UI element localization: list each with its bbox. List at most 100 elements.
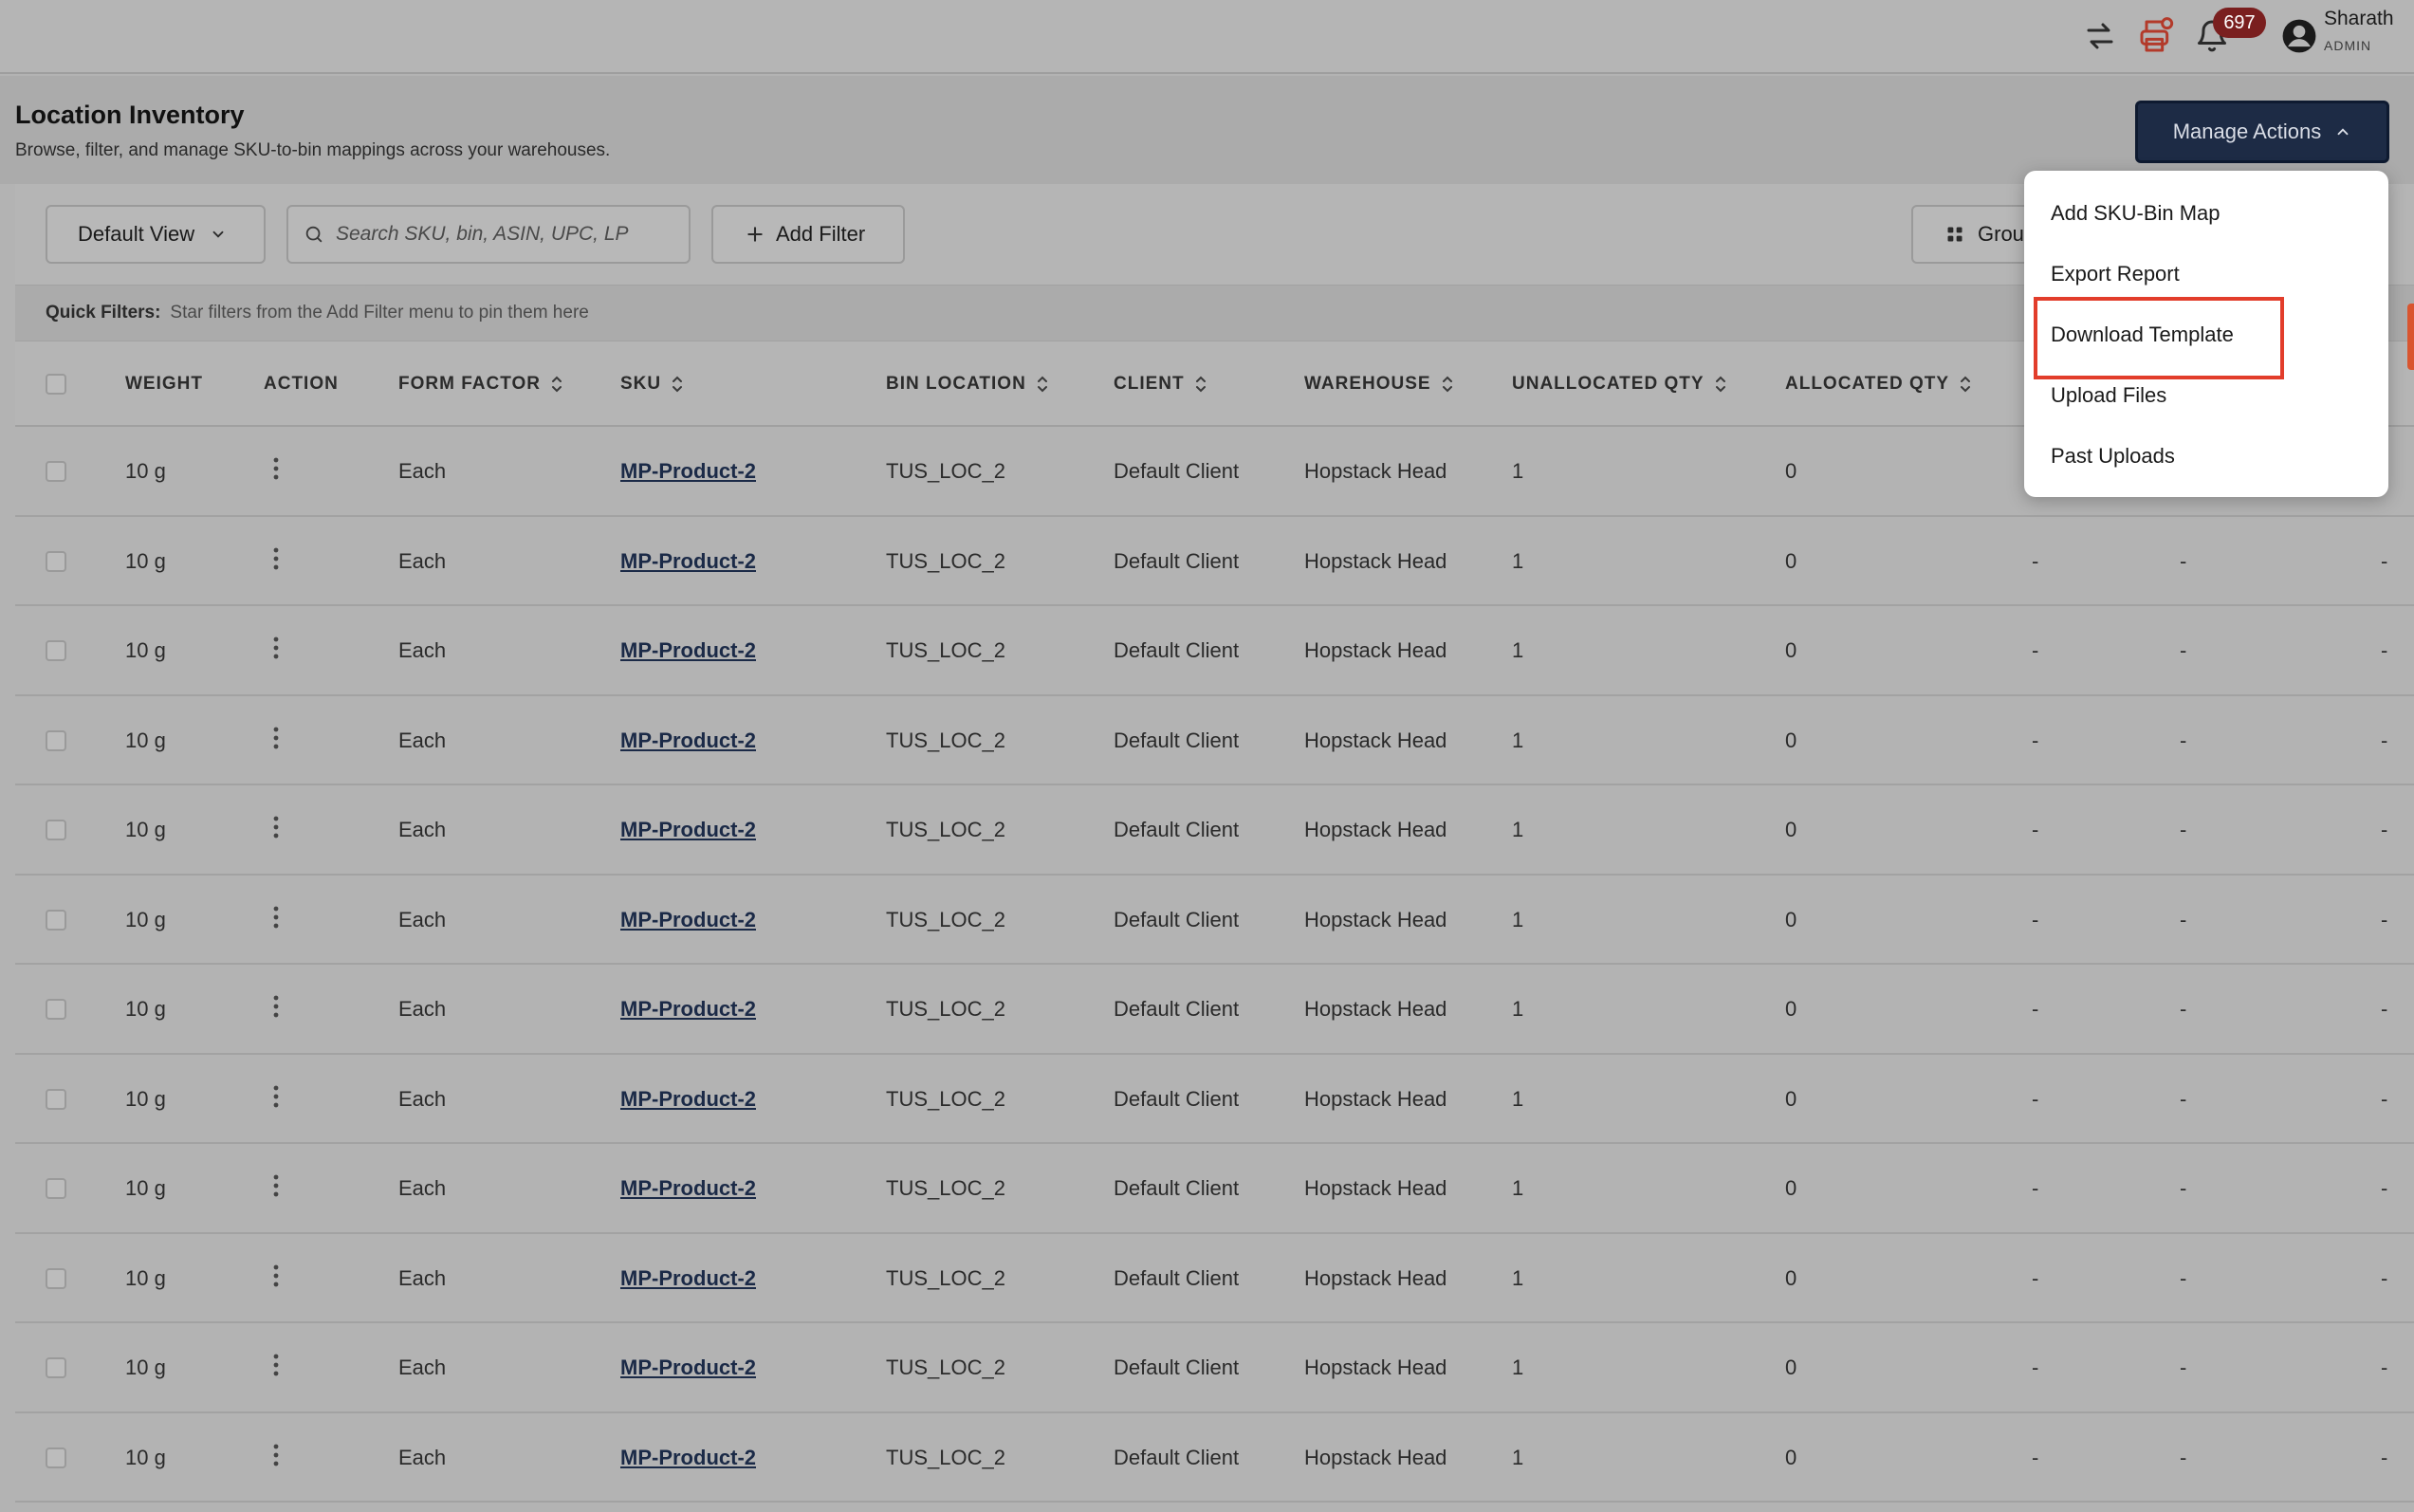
col-form-factor[interactable]: FORM FACTOR xyxy=(398,341,563,427)
cell-allocated-qty-value: 0 xyxy=(1785,1355,1797,1380)
add-filter-button[interactable]: Add Filter xyxy=(711,205,905,264)
sku-link[interactable]: MP-Product-2 xyxy=(620,1446,756,1470)
cell-sku[interactable]: MP-Product-2 xyxy=(620,965,756,1055)
table-row[interactable]: 10 g Each MP-Product-2 TUS_LOC_2 Default Cli… xyxy=(15,695,2414,786)
table-row[interactable]: 10 g Each MP-Product-2 TUS_LOC_2 Default Cli… xyxy=(15,1323,2414,1413)
cell-weight: 10 g xyxy=(125,1144,166,1234)
col-unallocated-qty[interactable]: UNALLOCATED QTY xyxy=(1512,341,1727,427)
row-checkbox[interactable] xyxy=(46,909,66,931)
sku-link[interactable]: MP-Product-2 xyxy=(620,1266,756,1291)
table-row[interactable]: 10 g Each MP-Product-2 TUS_LOC_2 Default Cli… xyxy=(15,606,2414,696)
sku-link[interactable]: MP-Product-2 xyxy=(620,728,756,753)
user-name[interactable]: Sharath xyxy=(2324,8,2394,30)
cell-sku[interactable]: MP-Product-2 xyxy=(620,785,756,876)
sku-link[interactable]: MP-Product-2 xyxy=(620,818,756,842)
sku-link[interactable]: MP-Product-2 xyxy=(620,997,756,1022)
user-avatar-icon[interactable] xyxy=(2276,13,2322,59)
cell-allocated-qty: 0 xyxy=(1785,1234,1797,1324)
cell-unallocated-qty-value: 1 xyxy=(1512,1355,1524,1380)
table-row[interactable]: 10 g Each MP-Product-2 TUS_LOC_2 Default Cli… xyxy=(15,516,2414,607)
search-input[interactable] xyxy=(336,223,658,246)
swap-icon[interactable] xyxy=(2077,13,2123,59)
row-checkbox[interactable] xyxy=(46,1357,66,1379)
kebab-menu-icon[interactable] xyxy=(271,1353,281,1383)
manage-actions-button[interactable]: Manage Actions xyxy=(2135,101,2389,163)
kebab-menu-icon[interactable] xyxy=(271,1084,281,1115)
select-all-checkbox[interactable] xyxy=(46,374,66,395)
table-row[interactable]: 10 g Each MP-Product-2 TUS_LOC_2 Default Cli… xyxy=(15,875,2414,966)
table-row[interactable]: 10 g Each MP-Product-2 TUS_LOC_2 Default Cli… xyxy=(15,1412,2414,1503)
col-action: ACTION xyxy=(264,341,339,427)
cell-extra-2: - xyxy=(2180,876,2186,966)
sku-link[interactable]: MP-Product-2 xyxy=(620,1176,756,1201)
add-filter-label: Add Filter xyxy=(776,222,866,246)
view-selector-button[interactable]: Default View xyxy=(46,205,266,264)
col-bin-location[interactable]: BIN LOCATION xyxy=(886,341,1049,427)
sku-link[interactable]: MP-Product-2 xyxy=(620,908,756,932)
table-row[interactable]: 10 g Each MP-Product-2 TUS_LOC_2 Default Cli… xyxy=(15,785,2414,876)
col-allocated-qty[interactable]: ALLOCATED QTY xyxy=(1785,341,1972,427)
table-row[interactable]: 10 g Each MP-Product-2 TUS_LOC_2 Default Cli… xyxy=(15,1144,2414,1234)
row-checkbox[interactable] xyxy=(46,640,66,662)
kebab-menu-icon[interactable] xyxy=(271,1443,281,1473)
row-checkbox[interactable] xyxy=(46,1447,66,1468)
menu-item-upload-files[interactable]: Upload Files xyxy=(2051,383,2166,408)
cell-sku[interactable]: MP-Product-2 xyxy=(620,1323,756,1413)
cell-allocated-qty-value: 0 xyxy=(1785,548,1797,573)
row-checkbox[interactable] xyxy=(46,550,66,572)
cell-sku[interactable]: MP-Product-2 xyxy=(620,1234,756,1324)
row-checkbox[interactable] xyxy=(46,999,66,1021)
sku-link[interactable]: MP-Product-2 xyxy=(620,1087,756,1112)
menu-item-past-uploads[interactable]: Past Uploads xyxy=(2051,444,2175,469)
cell-extra-3: - xyxy=(2381,1234,2387,1324)
cell-sku[interactable]: MP-Product-2 xyxy=(620,1413,756,1503)
col-bin-location-label: BIN LOCATION xyxy=(886,374,1026,394)
cell-sku[interactable]: MP-Product-2 xyxy=(620,427,756,517)
row-checkbox[interactable] xyxy=(46,729,66,751)
page-subtitle: Browse, filter, and manage SKU-to-bin ma… xyxy=(15,140,611,160)
menu-item-export-report[interactable]: Export Report xyxy=(2051,262,2180,286)
table-row[interactable]: 10 g Each MP-Product-2 TUS_LOC_2 Default Cli… xyxy=(15,965,2414,1055)
row-checkbox[interactable] xyxy=(46,461,66,483)
kebab-menu-icon[interactable] xyxy=(271,1263,281,1294)
table-row[interactable]: 10 g Each MP-Product-2 TUS_LOC_2 Default Cli… xyxy=(15,1054,2414,1145)
sku-link[interactable]: MP-Product-2 xyxy=(620,1355,756,1380)
printer-alert-icon[interactable] xyxy=(2133,13,2179,59)
col-sku[interactable]: SKU xyxy=(620,341,684,427)
kebab-menu-icon[interactable] xyxy=(271,636,281,666)
cell-sku[interactable]: MP-Product-2 xyxy=(620,517,756,607)
row-checkbox[interactable] xyxy=(46,1267,66,1289)
row-checkbox[interactable] xyxy=(46,1178,66,1200)
kebab-menu-icon[interactable] xyxy=(271,726,281,756)
row-checkbox[interactable] xyxy=(46,1088,66,1110)
kebab-menu-icon[interactable] xyxy=(271,905,281,935)
sku-link[interactable]: MP-Product-2 xyxy=(620,549,756,574)
kebab-menu-icon[interactable] xyxy=(271,994,281,1024)
cell-sku[interactable]: MP-Product-2 xyxy=(620,696,756,786)
cell-unallocated-qty: 1 xyxy=(1512,876,1523,966)
menu-item-add-sku-bin-map[interactable]: Add SKU-Bin Map xyxy=(2051,201,2221,226)
search-box[interactable] xyxy=(286,205,691,264)
cell-sku[interactable]: MP-Product-2 xyxy=(620,876,756,966)
cell-extra-2-value: - xyxy=(2180,638,2187,663)
cell-weight-value: 10 g xyxy=(125,459,166,484)
kebab-menu-icon[interactable] xyxy=(271,1173,281,1204)
cell-warehouse-value: Hopstack Head xyxy=(1304,818,1447,842)
cell-sku[interactable]: MP-Product-2 xyxy=(620,606,756,696)
sku-link[interactable]: MP-Product-2 xyxy=(620,638,756,663)
table-row[interactable]: 10 g Each MP-Product-2 TUS_LOC_2 Default Cli… xyxy=(15,1233,2414,1324)
cell-select xyxy=(46,1234,66,1324)
cell-select xyxy=(46,606,66,696)
cell-sku[interactable]: MP-Product-2 xyxy=(620,1144,756,1234)
col-warehouse[interactable]: WAREHOUSE xyxy=(1304,341,1454,427)
sku-link[interactable]: MP-Product-2 xyxy=(620,459,756,484)
kebab-menu-icon[interactable] xyxy=(271,546,281,577)
col-client[interactable]: CLIENT xyxy=(1114,341,1207,427)
cell-weight: 10 g xyxy=(125,785,166,876)
cell-client-value: Default Client xyxy=(1114,1265,1240,1290)
cell-sku[interactable]: MP-Product-2 xyxy=(620,1055,756,1145)
cell-action xyxy=(271,1413,281,1503)
kebab-menu-icon[interactable] xyxy=(271,815,281,845)
row-checkbox[interactable] xyxy=(46,820,66,841)
kebab-menu-icon[interactable] xyxy=(271,456,281,487)
